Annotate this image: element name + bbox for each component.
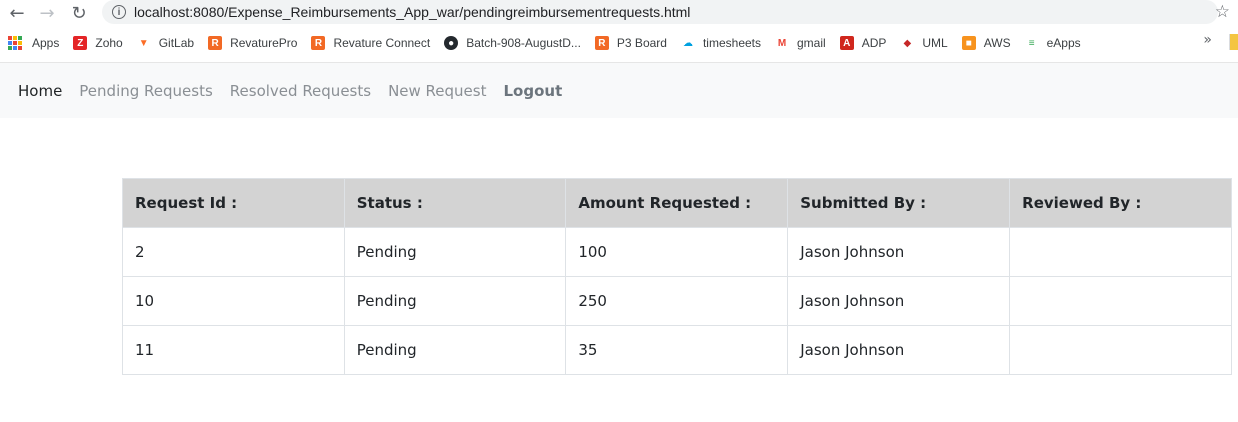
bookmark-item[interactable]: ☁ timesheets [681, 36, 761, 50]
address-bar[interactable]: i localhost:8080/Expense_Reimbursements_… [102, 0, 1218, 24]
header-status: Status : [343, 178, 567, 228]
app-navbar: Home Pending Requests Resolved Requests … [0, 63, 1238, 118]
cell-amount: 100 [565, 227, 789, 277]
apps-grid-icon [8, 36, 22, 50]
nav-pending-requests[interactable]: Pending Requests [79, 82, 212, 100]
bookmark-folder-icon[interactable] [1229, 34, 1238, 50]
bookmark-label: gmail [797, 36, 826, 50]
bookmark-label: Batch-908-AugustD... [466, 36, 581, 50]
reload-icon[interactable]: ↻ [68, 2, 90, 24]
bookmark-item[interactable]: ≡ eApps [1025, 36, 1081, 50]
nav-logout[interactable]: Logout [503, 82, 562, 100]
bookmark-label: RevaturePro [230, 36, 298, 50]
bookmark-label: UML [922, 36, 948, 50]
github-icon: ● [444, 36, 459, 50]
cell-status: Pending [343, 227, 567, 277]
bookmark-label: AWS [983, 36, 1011, 50]
bookmark-label: P3 Board [616, 36, 667, 50]
header-amount-requested: Amount Requested : [565, 178, 789, 228]
bookmark-label: timesheets [702, 36, 761, 50]
bookmark-star-icon[interactable]: ☆ [1215, 2, 1230, 22]
gitlab-icon: ▼ [138, 37, 149, 49]
cell-request-id: 2 [122, 227, 345, 277]
cell-reviewed-by [1009, 276, 1232, 326]
table-header-row: Request Id : Status : Amount Requested :… [122, 178, 1232, 228]
table-row: 11 Pending 35 Jason Johnson [122, 325, 1232, 375]
nav-home[interactable]: Home [18, 82, 62, 100]
aws-cube-icon: ■ [961, 36, 976, 50]
header-submitted-by: Submitted By : [787, 178, 1011, 228]
bookmark-label: GitLab [158, 36, 195, 50]
forward-arrow-icon[interactable]: → [36, 2, 58, 24]
bookmarks-more-button[interactable]: » [1203, 32, 1212, 48]
cell-status: Pending [343, 325, 567, 375]
cell-reviewed-by [1009, 227, 1232, 277]
nav-resolved-requests[interactable]: Resolved Requests [230, 82, 371, 100]
header-reviewed-by: Reviewed By : [1009, 178, 1232, 228]
zoho-icon: Z [73, 36, 88, 50]
cell-submitted-by: Jason Johnson [787, 325, 1011, 375]
bookmark-item[interactable]: A ADP [839, 36, 887, 50]
cell-amount: 35 [565, 325, 789, 375]
bookmark-item[interactable]: ● Batch-908-AugustD... [444, 36, 581, 50]
url-text[interactable]: localhost:8080/Expense_Reimbursements_Ap… [134, 4, 690, 20]
bookmark-label: eApps [1046, 36, 1081, 50]
cell-reviewed-by [1009, 325, 1232, 375]
eapps-icon: ≡ [1028, 37, 1035, 49]
address-row: ← → ↻ i localhost:8080/Expense_Reimburse… [0, 0, 1238, 26]
nav-new-request[interactable]: New Request [388, 82, 486, 100]
bookmark-label: Apps [32, 36, 60, 50]
gmail-icon: M [777, 37, 787, 49]
bookmark-item[interactable]: ◆ UML [900, 36, 948, 50]
bookmarks-bar: Apps Z Zoho ▼ GitLab R RevaturePro R Revature Co… [0, 32, 1238, 54]
cell-submitted-by: Jason Johnson [787, 227, 1011, 277]
bookmark-item[interactable]: R Revature Connect [311, 36, 430, 50]
bookmark-item[interactable]: R RevaturePro [208, 36, 297, 50]
bookmark-item[interactable]: ■ AWS [961, 36, 1011, 50]
table-row: 2 Pending 100 Jason Johnson [122, 227, 1232, 277]
salesforce-cloud-icon: ☁ [682, 37, 693, 49]
pending-requests-table-container: Request Id : Status : Amount Requested :… [122, 178, 1232, 375]
uml-icon: ◆ [903, 37, 912, 49]
info-icon[interactable]: i [112, 5, 126, 19]
cell-request-id: 10 [122, 276, 345, 326]
bookmark-label: Revature Connect [333, 36, 431, 50]
browser-chrome: ← → ↻ i localhost:8080/Expense_Reimburse… [0, 0, 1238, 63]
bookmark-item[interactable]: Z Zoho [73, 36, 123, 50]
revature-icon: R [208, 36, 223, 50]
cell-status: Pending [343, 276, 567, 326]
cell-request-id: 11 [122, 325, 345, 375]
bookmark-label: ADP [861, 36, 887, 50]
bookmark-item[interactable]: Mgmail [775, 36, 826, 50]
back-arrow-icon[interactable]: ← [6, 2, 28, 24]
cell-submitted-by: Jason Johnson [787, 276, 1011, 326]
revature-icon: R [311, 36, 326, 50]
cell-amount: 250 [565, 276, 789, 326]
bookmark-label: Zoho [95, 36, 123, 50]
pending-requests-table: Request Id : Status : Amount Requested :… [122, 178, 1232, 375]
revature-icon: R [594, 36, 609, 50]
header-request-id: Request Id : [122, 178, 345, 228]
adp-icon: A [839, 36, 854, 50]
bookmark-item[interactable]: R P3 Board [594, 36, 667, 50]
bookmark-item[interactable]: ▼ GitLab [137, 36, 194, 50]
table-row: 10 Pending 250 Jason Johnson [122, 276, 1232, 326]
bookmark-item[interactable]: Apps [8, 36, 59, 50]
